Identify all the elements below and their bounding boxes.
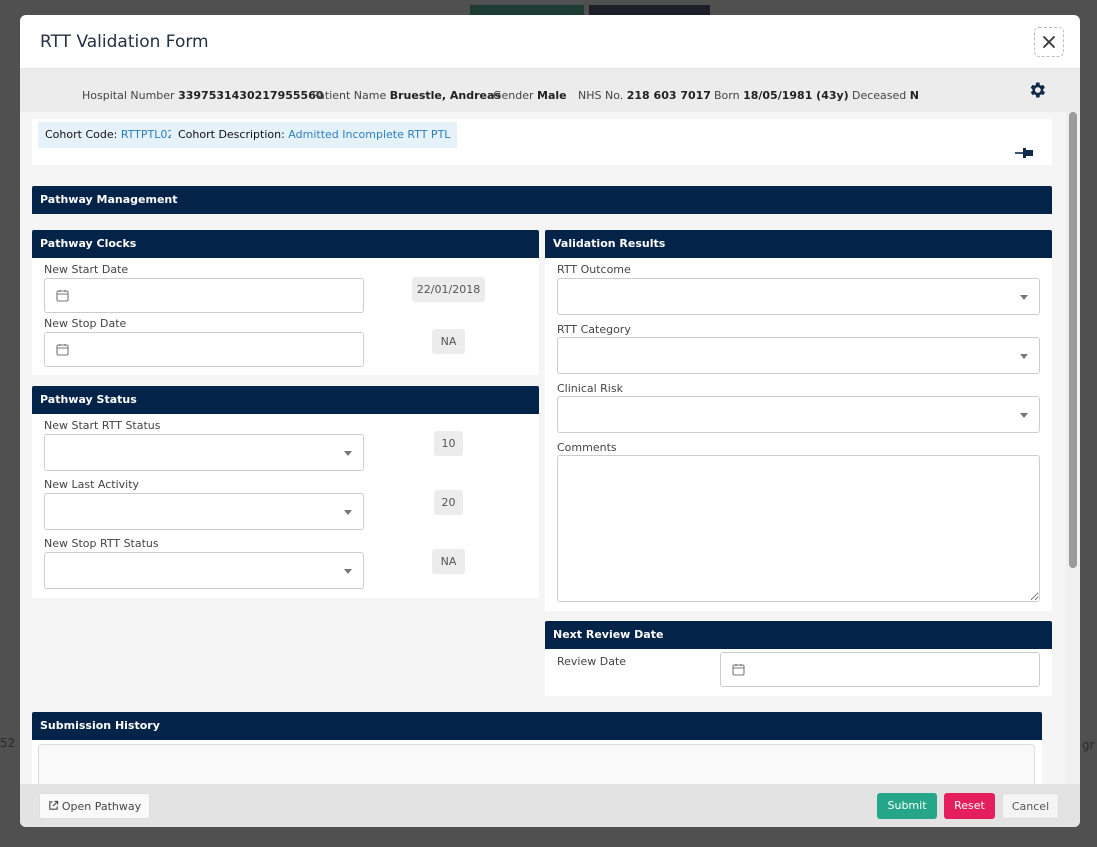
- pathway-management-header: Pathway Management: [32, 186, 1052, 214]
- current-start-date: 22/01/2018: [412, 277, 485, 302]
- calendar-icon: [732, 664, 745, 676]
- validation-results-panel: RTT Outcome RTT Category Clinical Risk C…: [545, 258, 1052, 611]
- submit-button[interactable]: Submit: [877, 793, 937, 819]
- modal-footer: Open Pathway Submit Reset Cancel: [20, 784, 1080, 827]
- clinical-risk-label: Clinical Risk: [557, 382, 623, 395]
- submission-history-table: [38, 744, 1035, 784]
- calendar-icon: [56, 344, 69, 356]
- backdrop-text: gr: [1082, 738, 1095, 752]
- new-start-rtt-status-label: New Start RTT Status: [44, 419, 161, 432]
- comments-textarea[interactable]: [557, 455, 1040, 602]
- new-last-activity-label: New Last Activity: [44, 478, 140, 491]
- modal-header: RTT Validation Form: [20, 15, 1080, 69]
- nhs-number: NHS No. 218 603 7017: [578, 89, 711, 102]
- new-stop-date-input[interactable]: [44, 332, 364, 367]
- calendar-icon: [56, 290, 69, 302]
- new-start-date-input[interactable]: [44, 278, 364, 313]
- cohort-code: Cohort Code: RTTPTL02: [38, 122, 182, 148]
- close-icon: [1043, 36, 1055, 48]
- review-date-input[interactable]: [720, 652, 1040, 687]
- open-pathway-button[interactable]: Open Pathway: [39, 793, 150, 819]
- form-scroll-area[interactable]: Cohort Code: RTTPTL02 Cohort Description…: [20, 112, 1080, 784]
- modal-title: RTT Validation Form: [40, 32, 209, 52]
- chevron-down-icon: [1020, 295, 1028, 300]
- close-button[interactable]: [1034, 27, 1064, 57]
- submission-history-header: Submission History: [32, 712, 1042, 740]
- rtt-validation-modal: RTT Validation Form Hospital Number 3397…: [20, 15, 1080, 827]
- pathway-status-header: Pathway Status: [32, 386, 539, 414]
- cohort-description: Cohort Description: Admitted Incomplete …: [171, 122, 458, 148]
- external-link-icon: [49, 800, 59, 810]
- cancel-button[interactable]: Cancel: [1002, 793, 1059, 819]
- pin-icon[interactable]: [1014, 145, 1036, 161]
- pathway-clocks-header: Pathway Clocks: [32, 230, 539, 258]
- new-start-date-label: New Start Date: [44, 263, 129, 276]
- patient-name: Patient Name Bruestle, Andreas: [312, 89, 501, 102]
- scrollbar[interactable]: [1066, 112, 1080, 784]
- reset-button[interactable]: Reset: [944, 793, 995, 819]
- new-stop-rtt-status-label: New Stop RTT Status: [44, 537, 159, 550]
- next-review-panel: Review Date: [545, 649, 1052, 696]
- current-stop-rtt-status: NA: [432, 549, 465, 574]
- deceased-flag: Deceased N: [852, 89, 919, 102]
- review-date-label: Review Date: [557, 655, 627, 668]
- chevron-down-icon: [344, 510, 352, 515]
- current-stop-date: NA: [432, 329, 465, 354]
- date-of-birth: Born 18/05/1981 (43y): [714, 89, 849, 102]
- new-stop-rtt-status-select[interactable]: [44, 552, 364, 589]
- pathway-clocks-panel: New Start Date 22/01/2018 New Stop Date …: [32, 258, 539, 375]
- rtt-category-label: RTT Category: [557, 323, 631, 336]
- pathway-status-panel: New Start RTT Status 10 New Last Activit…: [32, 414, 539, 598]
- scrollbar-thumb[interactable]: [1069, 112, 1077, 568]
- rtt-outcome-label: RTT Outcome: [557, 263, 631, 276]
- chevron-down-icon: [1020, 354, 1028, 359]
- new-stop-date-label: New Stop Date: [44, 317, 127, 330]
- new-start-rtt-status-select[interactable]: [44, 434, 364, 471]
- chevron-down-icon: [1020, 413, 1028, 418]
- validation-results-header: Validation Results: [545, 230, 1052, 258]
- patient-banner: Hospital Number 3397531430217955560 Pati…: [20, 69, 1080, 112]
- patient-gender: Gender Male: [493, 89, 567, 102]
- gear-icon[interactable]: [1027, 80, 1047, 100]
- clinical-risk-select[interactable]: [557, 396, 1040, 433]
- current-start-rtt-status: 10: [434, 431, 463, 456]
- next-review-header: Next Review Date: [545, 621, 1052, 649]
- open-pathway-label: Open Pathway: [61, 800, 142, 813]
- new-last-activity-select[interactable]: [44, 493, 364, 530]
- comments-label: Comments: [557, 441, 617, 454]
- chevron-down-icon: [344, 451, 352, 456]
- rtt-outcome-select[interactable]: [557, 278, 1040, 315]
- cohort-card: Cohort Code: RTTPTL02 Cohort Description…: [32, 119, 1052, 165]
- hospital-number: Hospital Number 3397531430217955560: [82, 89, 324, 102]
- chevron-down-icon: [344, 569, 352, 574]
- rtt-category-select[interactable]: [557, 337, 1040, 374]
- backdrop-text: 52: [0, 736, 16, 750]
- current-last-activity: 20: [434, 490, 463, 515]
